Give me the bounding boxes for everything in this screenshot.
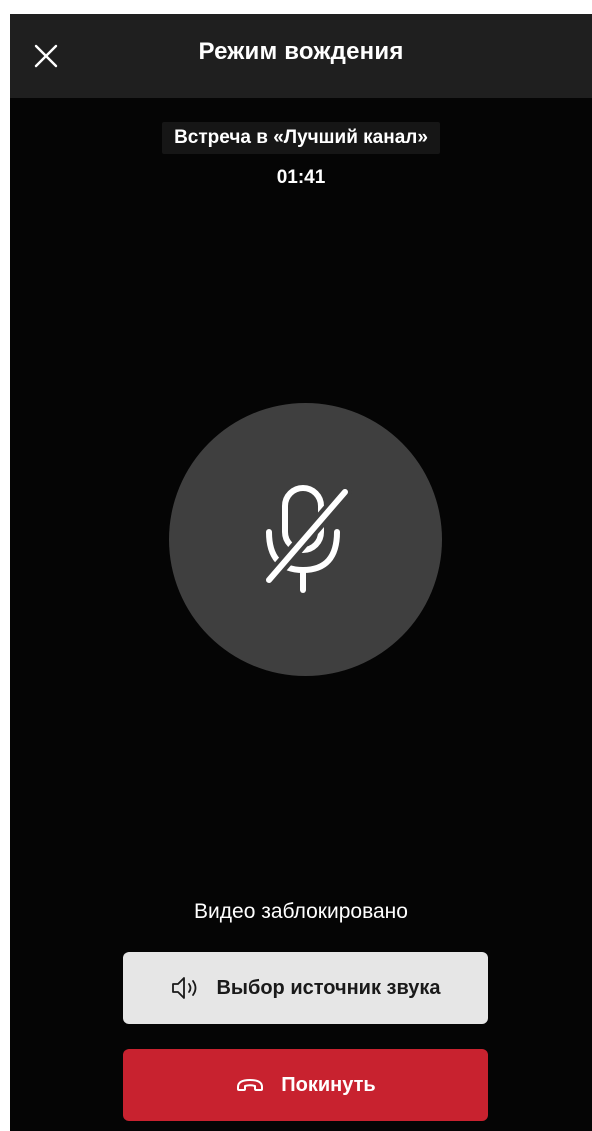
leave-button[interactable]: Покинуть [123, 1049, 488, 1121]
video-status-text: Видео заблокировано [194, 900, 408, 923]
driving-mode-screen: Режим вождения Встреча в «Лучший канал» … [10, 14, 592, 1131]
close-icon [33, 43, 59, 69]
mute-toggle-button[interactable] [169, 403, 442, 676]
meeting-name-label: Встреча в «Лучший канал» [162, 122, 440, 154]
speaker-icon [170, 975, 200, 1001]
audio-source-label: Выбор источник звука [216, 976, 441, 999]
leave-label: Покинуть [281, 1073, 376, 1096]
call-timer: 01:41 [276, 167, 326, 188]
meeting-name: Встреча в «Лучший канал» [10, 122, 592, 154]
close-button[interactable] [24, 34, 68, 78]
hang-up-icon [235, 1075, 265, 1095]
audio-source-button[interactable]: Выбор источник звука [123, 952, 488, 1024]
microphone-off-icon [251, 480, 361, 600]
header-bar: Режим вождения [10, 14, 592, 98]
page-title: Режим вождения [198, 38, 404, 65]
